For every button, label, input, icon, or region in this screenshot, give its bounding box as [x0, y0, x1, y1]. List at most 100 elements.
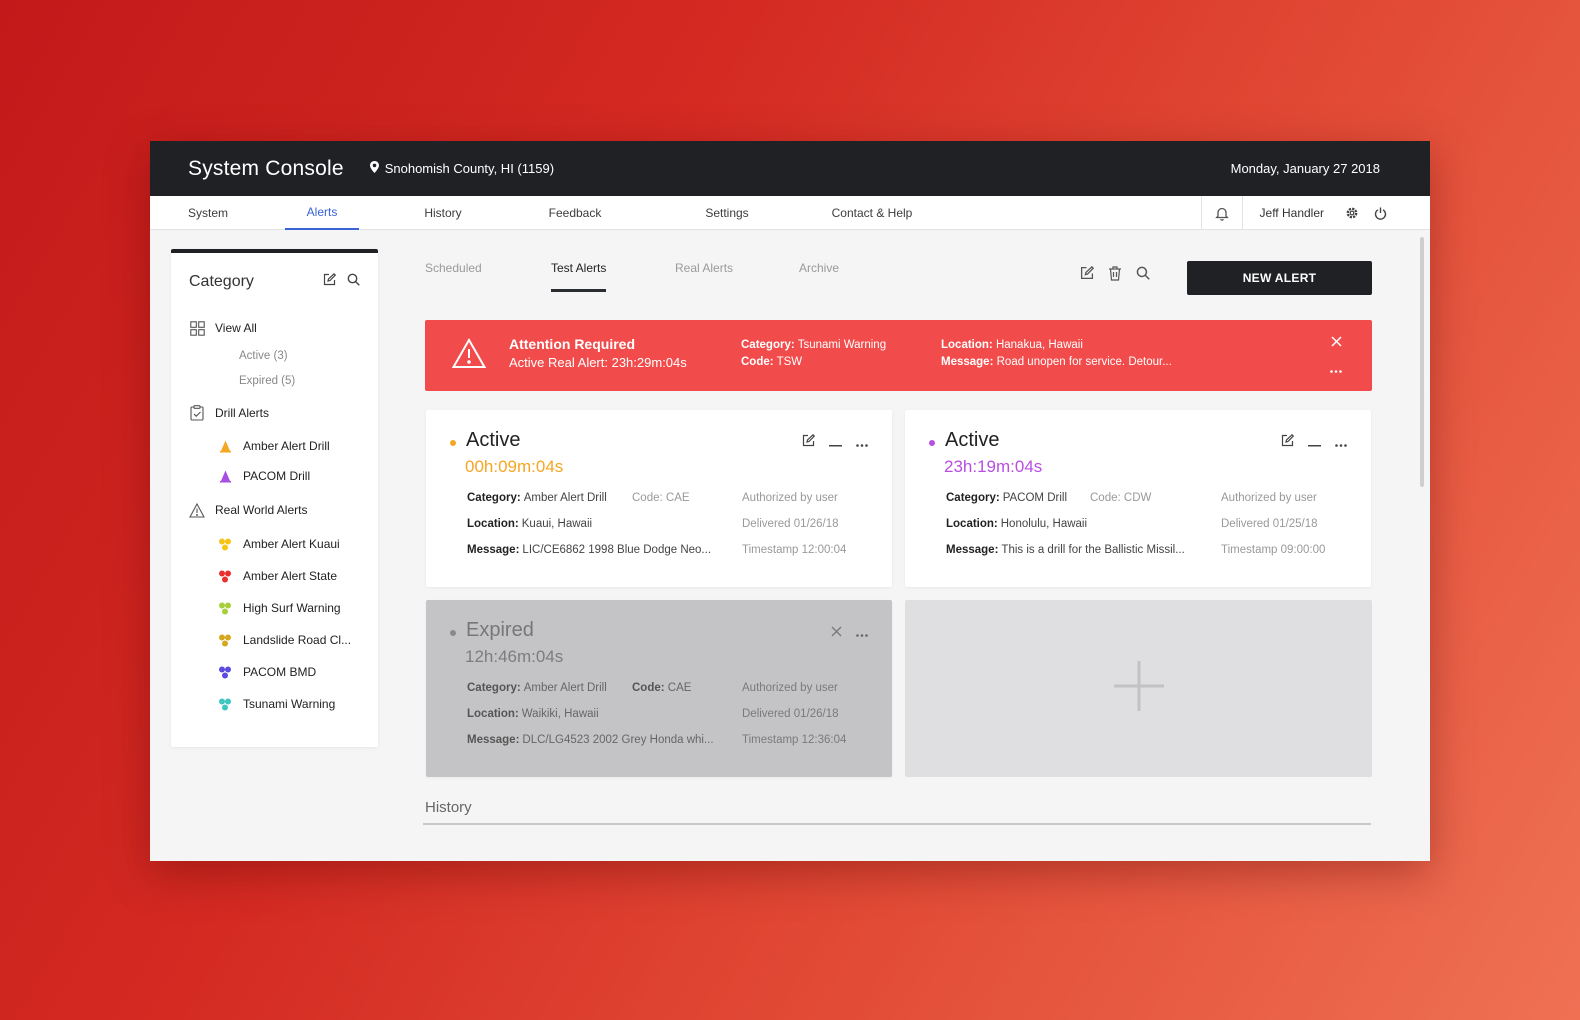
sidebar-group-real-world-alerts[interactable]: Real World Alerts [189, 502, 307, 518]
search-icon[interactable] [347, 273, 360, 291]
card-timestamp: Timestamp 12:36:04 [742, 734, 847, 746]
search-icon[interactable] [1136, 266, 1150, 286]
card-actions [831, 624, 868, 642]
scrollbar[interactable] [1420, 237, 1424, 487]
sidebar-item-active[interactable]: Active (3) [239, 350, 288, 362]
banner-details-2: Location: Hanakua, Hawaii Message: Road … [941, 337, 1172, 371]
minimize-icon[interactable] [1308, 434, 1321, 452]
close-icon[interactable] [831, 624, 842, 642]
tab-feedback[interactable]: Feedback [535, 196, 615, 230]
sidebar-item-amber-alert-drill[interactable]: Amber Alert Drill [217, 438, 330, 454]
card-category: PACOM Drill [1002, 492, 1067, 504]
tab-system[interactable]: System [174, 196, 242, 230]
subtab-test-alerts[interactable]: Test Alerts [551, 259, 607, 295]
sidebar-item-view-all[interactable]: View All [189, 320, 257, 336]
sidebar-item-pacom-drill[interactable]: PACOM Drill [217, 468, 310, 484]
main-nav: System Alerts History Feedback Settings … [150, 196, 1430, 230]
cone-icon [217, 468, 233, 484]
subtab-real-alerts[interactable]: Real Alerts [675, 259, 733, 295]
card-timestamp: Timestamp 09:00:00 [1221, 544, 1326, 556]
tab-history[interactable]: History [408, 196, 478, 230]
close-icon[interactable] [1331, 334, 1342, 352]
sidebar-group-label: Real World Alerts [215, 503, 308, 517]
field-label: Category: [946, 492, 1000, 504]
more-icon[interactable] [856, 624, 868, 642]
card-timestamp: Timestamp 12:00:04 [742, 544, 847, 556]
alert-card[interactable]: Active 00h:09m:04s Category: Amber Alert … [426, 410, 892, 587]
sidebar-item-label: Landslide Road Cl... [243, 633, 352, 647]
more-icon[interactable] [1330, 360, 1342, 378]
user-name[interactable]: Jeff Handler [1243, 206, 1338, 220]
banner-code: TSW [776, 356, 803, 368]
tab-contact-help[interactable]: Contact & Help [820, 196, 924, 230]
subtab-scheduled[interactable]: Scheduled [425, 259, 482, 295]
current-date: Monday, January 27 2018 [1230, 161, 1380, 176]
sidebar-item-landslide-road[interactable]: Landslide Road Cl... [217, 632, 351, 648]
gear-icon[interactable] [1338, 206, 1366, 220]
edit-icon[interactable] [802, 433, 816, 452]
alert-card-expired[interactable]: Expired 12h:46m:04s Category: Amber Alert… [426, 600, 892, 777]
sidebar-item-label: Tsunami Warning [243, 697, 336, 711]
alert-card[interactable]: Active 23h:19m:04s Category: PACOM Drill … [905, 410, 1371, 587]
card-message: DLC/LG4523 2002 Grey Honda whi... [522, 734, 714, 746]
cluster-icon [217, 536, 233, 552]
sidebar-item-label: PACOM BMD [243, 665, 317, 679]
minimize-icon[interactable] [829, 434, 842, 452]
tab-alerts[interactable]: Alerts [285, 196, 359, 230]
status-dot [450, 440, 456, 446]
trash-icon[interactable] [1108, 266, 1122, 286]
banner-field-label: Category: [741, 339, 795, 351]
edit-icon[interactable] [323, 272, 337, 291]
edit-icon[interactable] [1080, 265, 1095, 286]
tab-settings[interactable]: Settings [692, 196, 762, 230]
map-pin-icon [369, 161, 379, 176]
card-code: Code: CAE [632, 682, 691, 708]
edit-icon[interactable] [1281, 433, 1295, 452]
banner-message: Road unopen for service. Detour... [996, 356, 1172, 368]
power-icon[interactable] [1366, 207, 1394, 220]
add-alert-card[interactable] [905, 600, 1372, 777]
card-authorized: Authorized by user [1221, 492, 1317, 504]
sidebar-item-label: Amber Alert State [243, 569, 338, 583]
field-label: Code: [1090, 492, 1121, 504]
sidebar-item-tsunami-warning[interactable]: Tsunami Warning [217, 696, 335, 712]
sidebar-item-amber-alert-kuaui[interactable]: Amber Alert Kuaui [217, 536, 340, 552]
location-text: Snohomish County, HI (1159) [384, 161, 555, 176]
subtab-archive[interactable]: Archive [799, 259, 839, 295]
sidebar-item-amber-alert-state[interactable]: Amber Alert State [217, 568, 337, 584]
card-code: Code: CDW [1090, 492, 1151, 518]
field-label: Code: [632, 492, 663, 504]
attention-banner: Attention Required Active Real Alert: 23… [425, 320, 1372, 391]
card-timer: 23h:19m:04s [944, 457, 1043, 476]
more-icon[interactable] [1335, 434, 1347, 452]
sidebar-item-high-surf-warning[interactable]: High Surf Warning [217, 600, 341, 616]
banner-details-1: Category: Tsunami Warning Code: TSW [741, 337, 886, 371]
card-code: Code: CAE [632, 492, 690, 518]
field-label: Category: [467, 682, 521, 694]
card-location: Honolulu, Hawaii [1000, 518, 1088, 530]
card-message: LIC/CE6862 1998 Blue Dodge Neo... [522, 544, 712, 556]
nav-user-area: Jeff Handler [1200, 196, 1430, 230]
banner-category: Tsunami Warning [797, 339, 887, 351]
card-delivered: Delivered 01/26/18 [742, 518, 839, 530]
more-icon[interactable] [856, 434, 868, 452]
sidebar-group-label: Drill Alerts [215, 406, 270, 420]
card-timer: 00h:09m:04s [465, 457, 564, 476]
sidebar-item-label: Amber Alert Kuaui [243, 537, 340, 551]
category-sidebar: Category View All Active (3) Expired (5) [171, 249, 378, 747]
card-meta: Authorized by user Delivered 01/25/18 Ti… [1221, 492, 1325, 570]
sidebar-group-drill-alerts[interactable]: Drill Alerts [189, 405, 269, 421]
sidebar-item-label: Amber Alert Drill [243, 439, 330, 453]
new-alert-button[interactable]: NEW ALERT [1187, 261, 1372, 295]
warning-icon [451, 337, 487, 374]
cluster-icon [217, 664, 233, 680]
card-actions [1281, 433, 1347, 452]
card-code-value: CAE [665, 492, 690, 504]
card-status: Active [945, 429, 1000, 451]
sidebar-item-pacom-bmd[interactable]: PACOM BMD [217, 664, 316, 680]
sidebar-item-expired[interactable]: Expired (5) [239, 375, 295, 387]
field-label: Message: [946, 544, 999, 556]
banner-location: Hanakua, Hawaii [995, 339, 1083, 351]
banner-field-label: Location: [941, 339, 993, 351]
bell-icon[interactable] [1200, 196, 1243, 230]
